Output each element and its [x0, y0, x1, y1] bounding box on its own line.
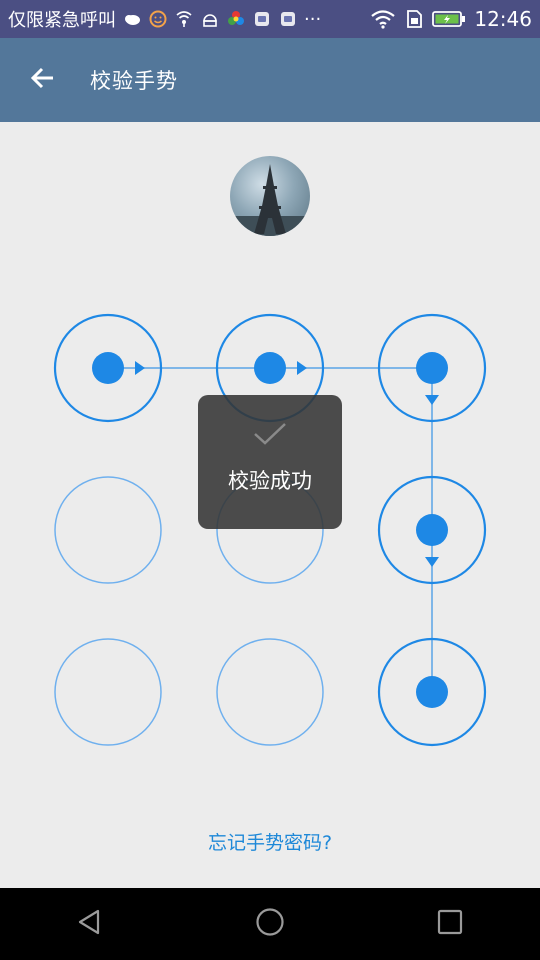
avatar — [230, 156, 310, 236]
arrow-left-icon — [29, 66, 55, 94]
carrier-text: 仅限紧急呼叫 — [8, 10, 116, 31]
nav-home-button[interactable] — [225, 894, 315, 954]
pattern-dot-7[interactable] — [54, 638, 162, 746]
nav-back-button[interactable] — [45, 894, 135, 954]
circle-home-icon — [255, 907, 285, 941]
wifi-icon — [370, 9, 396, 29]
page-title: 校验手势 — [90, 69, 178, 93]
eiffel-tower-image — [230, 164, 310, 236]
app-icon — [278, 9, 298, 29]
toast-message: 校验成功 — [228, 469, 312, 493]
android-icon — [200, 9, 220, 29]
battery-charging-icon — [432, 9, 466, 29]
pattern-dot-4[interactable] — [54, 476, 162, 584]
navigation-bar — [0, 888, 540, 960]
direction-arrow-icon — [425, 557, 439, 567]
color-wheel-icon — [226, 9, 246, 29]
pattern-dot-8[interactable] — [216, 638, 324, 746]
direction-arrow-icon — [135, 361, 145, 375]
direction-arrow-icon — [297, 361, 307, 375]
success-toast: 校验成功 — [198, 395, 342, 529]
direction-arrow-icon — [425, 395, 439, 405]
check-icon — [252, 421, 288, 451]
app-bar: 校验手势 — [0, 38, 540, 122]
sim-icon — [404, 9, 424, 29]
square-recents-icon — [436, 908, 464, 940]
app-icon — [252, 9, 272, 29]
forgot-gesture-link[interactable]: 忘记手势密码? — [0, 828, 540, 855]
clock: 12:46 — [474, 7, 532, 31]
nav-recents-button[interactable] — [405, 894, 495, 954]
triangle-back-icon — [76, 908, 104, 940]
cloud-icon — [122, 9, 142, 29]
back-button[interactable] — [12, 50, 72, 110]
gesture-pattern-grid[interactable] — [0, 290, 540, 770]
more-icon: ··· — [304, 8, 322, 30]
hotspot-icon — [174, 9, 194, 29]
status-bar: 仅限紧急呼叫 ··· 12:46 — [0, 0, 540, 38]
emoji-icon — [148, 9, 168, 29]
